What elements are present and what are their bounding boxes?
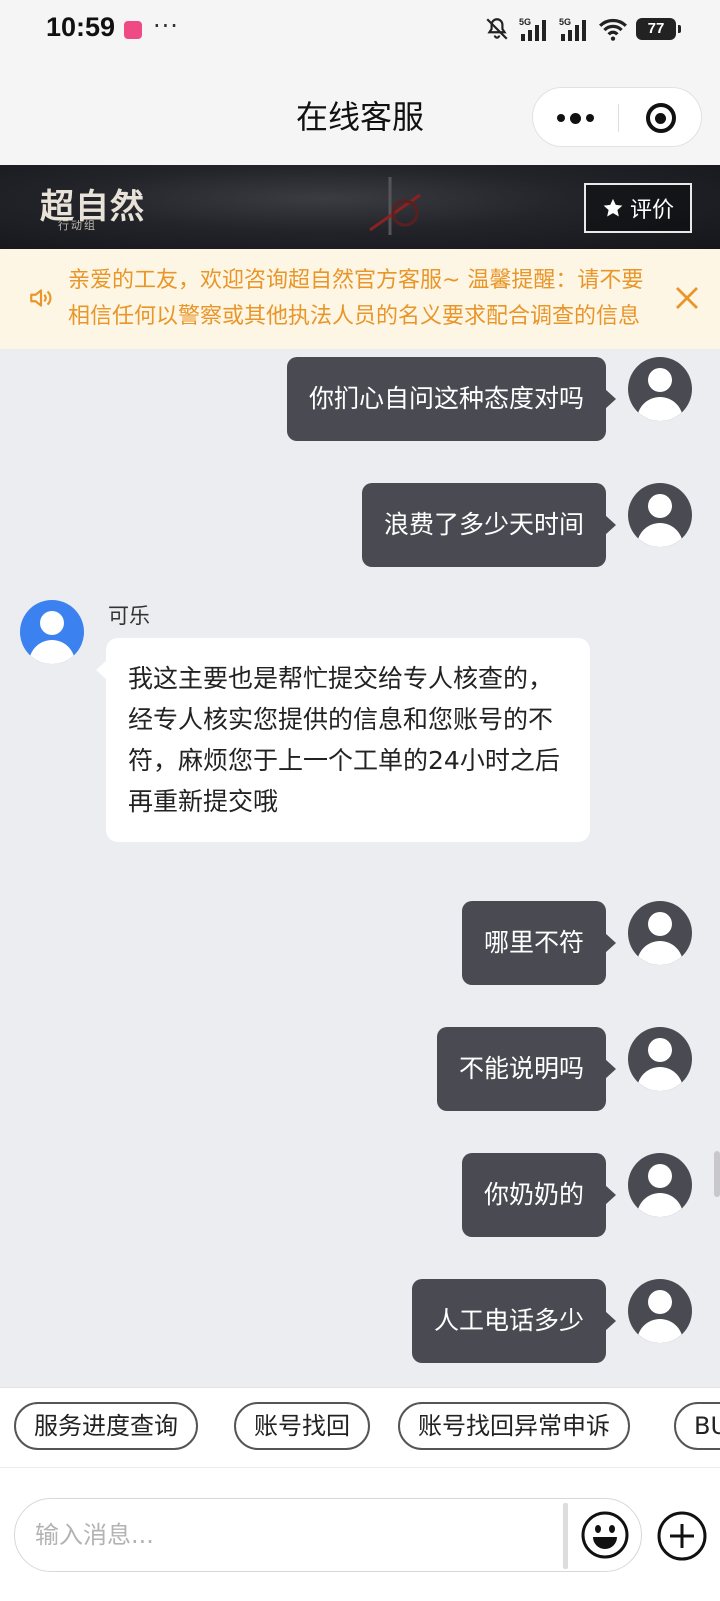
- rate-button[interactable]: 评价: [584, 183, 692, 233]
- more-options-button[interactable]: [533, 88, 618, 148]
- battery-icon: 77: [636, 18, 681, 40]
- scrollbar[interactable]: [714, 1151, 720, 1197]
- quick-reply-chip[interactable]: BUG反馈: [674, 1402, 720, 1450]
- signal-5g-icon: 5G: [559, 17, 586, 41]
- user-message: 不能说明吗: [436, 1027, 692, 1111]
- message-input-box: [14, 1498, 642, 1572]
- game-logo-subtitle: 行动组: [58, 219, 97, 232]
- wifi-icon: [599, 18, 627, 41]
- user-avatar-icon[interactable]: [628, 483, 692, 547]
- more-dot-icon: [570, 112, 581, 124]
- user-message-bubble[interactable]: 你奶奶的: [461, 1153, 617, 1237]
- close-mini-program-button[interactable]: [618, 88, 703, 148]
- user-avatar-icon[interactable]: [628, 1153, 692, 1217]
- agent-message-bubble[interactable]: 我这主要也是帮忙提交给专人核查的，经专人核实您提供的信息和您账号的不符，麻烦您于…: [96, 638, 590, 842]
- user-message-bubble[interactable]: 人工电话多少: [411, 1279, 617, 1363]
- signal-5g-icon: 5G: [519, 17, 546, 41]
- user-message-bubble[interactable]: 不能说明吗: [436, 1027, 617, 1111]
- status-time: 10:59: [46, 12, 116, 42]
- user-message: 浪费了多少天时间: [361, 483, 692, 567]
- quick-reply-bar: 服务进度查询 账号找回 账号找回异常申诉 BUG反馈: [0, 1387, 720, 1467]
- user-message: 你扪心自问这种态度对吗: [286, 357, 692, 441]
- user-avatar-icon[interactable]: [628, 357, 692, 421]
- agent-avatar-icon[interactable]: [20, 600, 84, 664]
- input-bar: [0, 1467, 720, 1601]
- user-message: 人工电话多少: [411, 1279, 692, 1363]
- banner-decoration-icon: [369, 177, 421, 235]
- target-icon: [645, 103, 676, 133]
- quick-reply-chip[interactable]: 服务进度查询: [14, 1402, 198, 1450]
- close-icon[interactable]: [672, 283, 702, 313]
- svg-text:5G: 5G: [519, 17, 531, 27]
- svg-text:5G: 5G: [559, 17, 571, 27]
- user-avatar-icon[interactable]: [628, 1027, 692, 1091]
- status-bar: 10:59 ··· 5G 5G 77: [0, 0, 720, 62]
- user-message-bubble[interactable]: 哪里不符: [461, 901, 617, 985]
- more-dot-icon: [557, 114, 565, 122]
- chat-area[interactable]: 你扪心自问这种态度对吗 浪费了多少天时间 可乐 我这主要也是帮忙提交给专人核查的…: [0, 349, 720, 1387]
- more-dot-icon: [586, 114, 594, 122]
- quick-reply-chip[interactable]: 账号找回异常申诉: [398, 1402, 630, 1450]
- rate-label: 评价: [629, 198, 674, 223]
- quick-reply-chip[interactable]: 账号找回: [234, 1402, 370, 1450]
- input-divider: [563, 1503, 568, 1569]
- agent-name: 可乐: [108, 604, 150, 628]
- nav-bar: 在线客服: [0, 62, 720, 165]
- notify-app-icon: [124, 21, 142, 39]
- user-avatar-icon[interactable]: [628, 901, 692, 965]
- mute-bell-icon: [486, 18, 508, 40]
- user-message: 你奶奶的: [461, 1153, 692, 1237]
- plus-icon[interactable]: [656, 1510, 708, 1562]
- user-message-bubble[interactable]: 你扪心自问这种态度对吗: [286, 357, 617, 441]
- speaker-icon: [30, 289, 52, 307]
- user-message-bubble[interactable]: 浪费了多少天时间: [361, 483, 617, 567]
- notice-bar: 亲爱的工友，欢迎咨询超自然官方客服~ 温馨提醒：请不要相信任何以警察或其他执法人…: [0, 249, 720, 349]
- mini-program-capsule: [532, 87, 702, 147]
- game-banner: 超自然 行动组 评价: [0, 165, 720, 249]
- user-avatar-icon[interactable]: [628, 1279, 692, 1343]
- status-more-indicator: ···: [153, 12, 179, 40]
- star-icon: [603, 198, 623, 217]
- emoji-icon[interactable]: [580, 1510, 630, 1560]
- user-message: 哪里不符: [461, 901, 692, 985]
- message-input[interactable]: [35, 1503, 555, 1567]
- notice-text: 亲爱的工友，欢迎咨询超自然官方客服~ 温馨提醒：请不要相信任何以警察或其他执法人…: [68, 268, 644, 329]
